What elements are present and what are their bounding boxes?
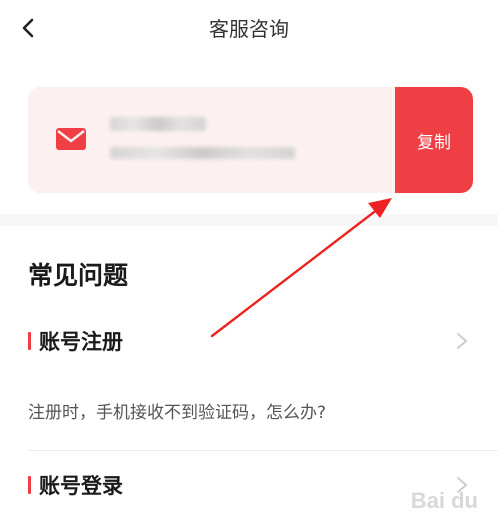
redacted-contact-email [110,147,295,159]
faq-question[interactable]: 注册时，手机接收不到验证码，怎么办? [28,398,326,428]
page-title: 客服咨询 [209,17,289,41]
header-bar: 客服咨询 [0,0,498,60]
category-label: 账号登录 [39,474,123,498]
section-divider [0,214,498,226]
chevron-right-icon[interactable] [454,331,470,351]
list-divider [28,450,498,451]
contact-card: 复制 [28,87,473,193]
faq-category-account-login[interactable]: 账号登录 [28,468,123,502]
category-accent-bar [28,332,31,350]
mail-icon [56,128,86,150]
copy-button[interactable]: 复制 [395,87,473,193]
faq-heading: 常见问题 [28,261,129,290]
category-label: 账号注册 [39,330,123,354]
category-accent-bar [28,476,31,494]
watermark: Bai du [410,488,478,513]
faq-category-account-registration[interactable]: 账号注册 [28,324,123,358]
redacted-contact-name [110,117,206,131]
